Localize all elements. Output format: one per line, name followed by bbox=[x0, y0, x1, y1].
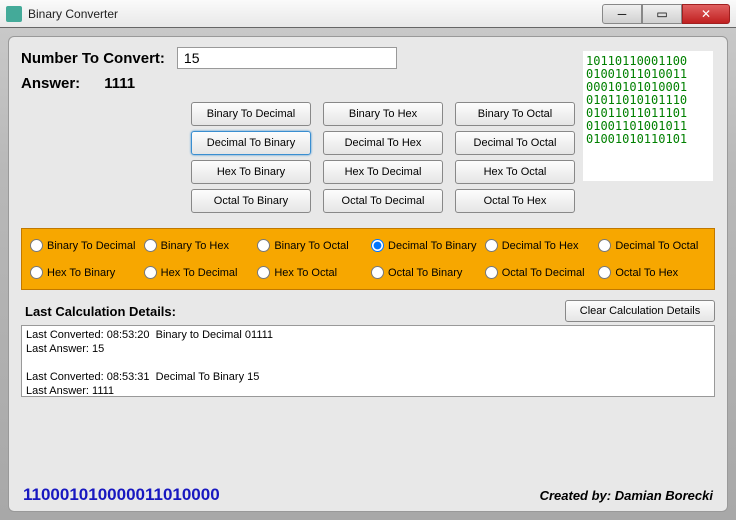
binary-to-hex-button[interactable]: Binary To Hex bbox=[323, 102, 443, 126]
hex-to-binary-button[interactable]: Hex To Binary bbox=[191, 160, 311, 184]
radio-input[interactable] bbox=[257, 239, 270, 252]
window-title: Binary Converter bbox=[28, 7, 602, 21]
radio-octal-to-binary[interactable]: Octal To Binary bbox=[371, 266, 479, 279]
binary-to-octal-button[interactable]: Binary To Octal bbox=[455, 102, 575, 126]
radio-panel: Binary To Decimal Binary To Hex Binary To … bbox=[21, 228, 715, 290]
app-window: Binary Converter ─ ▭ ✕ Number To Convert… bbox=[0, 0, 736, 520]
decimal-to-binary-button[interactable]: Decimal To Binary bbox=[191, 131, 311, 155]
binary-art-decoration: 10110110001100 01001011010011 0001010101… bbox=[583, 51, 713, 181]
footer-credit: Created by: Damian Borecki bbox=[540, 488, 713, 503]
radio-label: Octal To Decimal bbox=[502, 267, 585, 279]
radio-input[interactable] bbox=[30, 239, 43, 252]
radio-label: Hex To Decimal bbox=[161, 267, 238, 279]
titlebar[interactable]: Binary Converter ─ ▭ ✕ bbox=[0, 0, 736, 28]
radio-input[interactable] bbox=[485, 266, 498, 279]
decimal-to-hex-button[interactable]: Decimal To Hex bbox=[323, 131, 443, 155]
clear-details-button[interactable]: Clear Calculation Details bbox=[565, 300, 715, 322]
radio-input[interactable] bbox=[144, 239, 157, 252]
radio-hex-to-octal[interactable]: Hex To Octal bbox=[257, 266, 365, 279]
octal-to-decimal-button[interactable]: Octal To Decimal bbox=[323, 189, 443, 213]
radio-label: Hex To Binary bbox=[47, 267, 115, 279]
calculation-log[interactable]: Last Converted: 08:53:20 Binary to Decim… bbox=[21, 325, 715, 397]
radio-input[interactable] bbox=[30, 266, 43, 279]
octal-to-hex-button[interactable]: Octal To Hex bbox=[455, 189, 575, 213]
radio-input[interactable] bbox=[144, 266, 157, 279]
client-area: Number To Convert: Answer: 1111 Binary T… bbox=[0, 28, 736, 520]
radio-input[interactable] bbox=[485, 239, 498, 252]
minimize-button[interactable]: ─ bbox=[602, 4, 642, 24]
window-controls: ─ ▭ ✕ bbox=[602, 4, 730, 24]
radio-input[interactable] bbox=[257, 266, 270, 279]
hex-to-octal-button[interactable]: Hex To Octal bbox=[455, 160, 575, 184]
radio-octal-to-hex[interactable]: Octal To Hex bbox=[598, 266, 706, 279]
octal-to-binary-button[interactable]: Octal To Binary bbox=[191, 189, 311, 213]
radio-label: Octal To Binary bbox=[388, 267, 462, 279]
radio-label: Binary To Octal bbox=[274, 240, 348, 252]
main-panel: Number To Convert: Answer: 1111 Binary T… bbox=[8, 36, 728, 512]
radio-label: Decimal To Octal bbox=[615, 240, 698, 252]
radio-binary-to-hex[interactable]: Binary To Hex bbox=[144, 239, 252, 252]
radio-decimal-to-octal[interactable]: Decimal To Octal bbox=[598, 239, 706, 252]
details-header-label: Last Calculation Details: bbox=[25, 304, 176, 319]
radio-label: Octal To Hex bbox=[615, 267, 678, 279]
close-button[interactable]: ✕ bbox=[682, 4, 730, 24]
radio-hex-to-decimal[interactable]: Hex To Decimal bbox=[144, 266, 252, 279]
radio-decimal-to-binary[interactable]: Decimal To Binary bbox=[371, 239, 479, 252]
radio-decimal-to-hex[interactable]: Decimal To Hex bbox=[485, 239, 593, 252]
radio-label: Decimal To Binary bbox=[388, 240, 476, 252]
radio-label: Binary To Hex bbox=[161, 240, 229, 252]
answer-label: Answer: bbox=[21, 75, 80, 92]
radio-label: Hex To Octal bbox=[274, 267, 337, 279]
radio-binary-to-decimal[interactable]: Binary To Decimal bbox=[30, 239, 138, 252]
answer-value: 1111 bbox=[104, 75, 135, 92]
radio-label: Decimal To Hex bbox=[502, 240, 579, 252]
radio-input[interactable] bbox=[371, 239, 384, 252]
radio-input[interactable] bbox=[598, 239, 611, 252]
hex-to-decimal-button[interactable]: Hex To Decimal bbox=[323, 160, 443, 184]
footer-binary-text: 110001010000011010000 bbox=[23, 485, 220, 505]
maximize-button[interactable]: ▭ bbox=[642, 4, 682, 24]
app-icon bbox=[6, 6, 22, 22]
number-to-convert-label: Number To Convert: bbox=[21, 50, 165, 67]
radio-hex-to-binary[interactable]: Hex To Binary bbox=[30, 266, 138, 279]
binary-to-decimal-button[interactable]: Binary To Decimal bbox=[191, 102, 311, 126]
radio-input[interactable] bbox=[598, 266, 611, 279]
number-input[interactable] bbox=[177, 47, 397, 69]
decimal-to-octal-button[interactable]: Decimal To Octal bbox=[455, 131, 575, 155]
radio-binary-to-octal[interactable]: Binary To Octal bbox=[257, 239, 365, 252]
radio-octal-to-decimal[interactable]: Octal To Decimal bbox=[485, 266, 593, 279]
radio-input[interactable] bbox=[371, 266, 384, 279]
radio-label: Binary To Decimal bbox=[47, 240, 135, 252]
